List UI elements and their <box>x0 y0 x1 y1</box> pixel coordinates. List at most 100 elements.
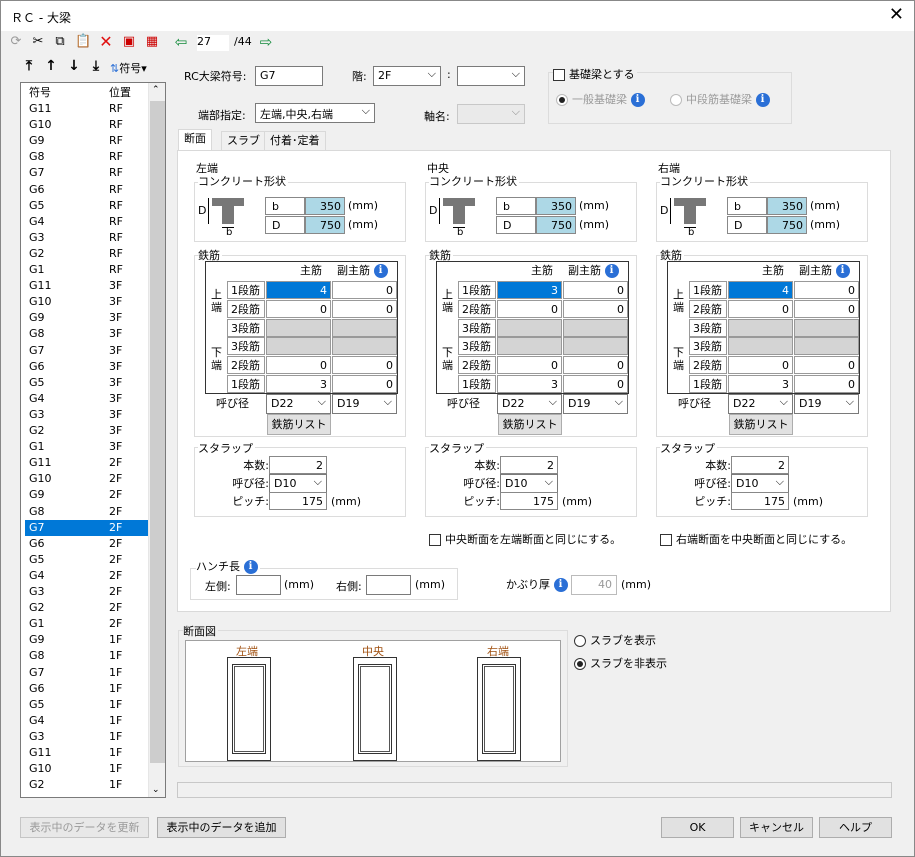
list-item[interactable]: G4 2F <box>25 568 149 584</box>
list-item[interactable]: G11 1F <box>25 745 149 761</box>
list-header-symbol[interactable]: 符号 <box>29 85 51 101</box>
submain-rebar-cell[interactable]: 0 <box>563 356 628 375</box>
dim-d-input[interactable]: 750 <box>536 216 576 234</box>
move-down-icon[interactable]: ↓ <box>66 58 82 74</box>
delete-icon[interactable]: ✕ <box>98 34 114 50</box>
foundation-checkbox[interactable]: 基礎梁とする <box>553 66 637 82</box>
grid-icon[interactable]: ▦ <box>144 34 160 50</box>
list-item[interactable]: G2 1F <box>25 777 149 793</box>
haunch-left-input[interactable] <box>236 575 281 595</box>
list-item[interactable]: G11 2F <box>25 455 149 471</box>
list-item[interactable]: G7 RF <box>25 165 149 181</box>
add-data-button[interactable]: 表示中のデータを追加 <box>157 817 286 838</box>
list-item[interactable]: G4 3F <box>25 391 149 407</box>
list-item[interactable]: G5 2F <box>25 552 149 568</box>
submain-rebar-cell[interactable]: 0 <box>563 299 628 318</box>
list-item[interactable]: G2 3F <box>25 423 149 439</box>
list-item[interactable]: G3 RF <box>25 230 149 246</box>
main-rebar-cell[interactable]: 0 <box>497 299 562 318</box>
same-as-mid-checkbox[interactable]: 右端断面を中央断面と同じにする。 <box>660 531 852 547</box>
list-item[interactable]: G8 1F <box>25 648 149 664</box>
haunch-right-input[interactable] <box>366 575 411 595</box>
main-rebar-cell[interactable]: 0 <box>497 356 562 375</box>
list-item[interactable]: G5 1F <box>25 697 149 713</box>
list-item[interactable]: G3 2F <box>25 584 149 600</box>
refresh-icon[interactable]: ⟳ <box>8 34 24 50</box>
scroll-up-icon[interactable]: ⌃ <box>152 85 160 95</box>
move-up-icon[interactable]: ↑ <box>43 58 59 74</box>
list-item[interactable]: G1 2F <box>25 616 149 632</box>
paste-icon[interactable]: 📋 <box>75 34 91 50</box>
list-item[interactable]: G8 2F <box>25 504 149 520</box>
list-item[interactable]: G6 RF <box>25 182 149 198</box>
scroll-down-icon[interactable]: ⌄ <box>152 785 160 795</box>
stirrup-dia-select[interactable]: D10 <box>500 474 558 494</box>
list-item[interactable]: G5 RF <box>25 198 149 214</box>
list-item[interactable]: G7 2F <box>25 519 149 536</box>
main-rebar-cell[interactable] <box>728 318 793 337</box>
page-current[interactable]: 27 <box>197 35 229 51</box>
rebar-list-button[interactable]: 鉄筋リスト <box>498 414 562 435</box>
sub-dia-select[interactable]: D19 <box>794 394 859 414</box>
list-item[interactable]: G10 3F <box>25 294 149 310</box>
close-button[interactable]: ✕ <box>889 4 904 25</box>
cancel-button[interactable]: キャンセル <box>740 817 813 838</box>
list-item[interactable]: G2 RF <box>25 246 149 262</box>
same-as-left-checkbox[interactable]: 中央断面を左端断面と同じにする。 <box>429 531 621 547</box>
stirrup-pitch-input[interactable]: 175 <box>269 492 327 510</box>
list-item[interactable]: G9 1F <box>25 632 149 648</box>
main-rebar-cell[interactable] <box>497 318 562 337</box>
list-scrollbar[interactable]: ⌃ ⌄ <box>148 83 165 797</box>
list-item[interactable]: G7 3F <box>25 343 149 359</box>
list-item[interactable]: G5 3F <box>25 375 149 391</box>
help-button[interactable]: ヘルプ <box>819 817 892 838</box>
dim-d-input[interactable]: 750 <box>767 216 807 234</box>
main-rebar-cell[interactable]: 4 <box>728 281 793 299</box>
list-item[interactable]: G8 3F <box>25 326 149 342</box>
submain-rebar-cell[interactable]: 0 <box>794 299 859 318</box>
insert-icon[interactable]: ▣ <box>121 34 137 50</box>
list-item[interactable]: G3 3F <box>25 407 149 423</box>
floor2-select[interactable] <box>457 66 525 86</box>
list-item[interactable]: G4 RF <box>25 214 149 230</box>
stirrup-pitch-input[interactable]: 175 <box>731 492 789 510</box>
main-rebar-cell[interactable]: 3 <box>728 375 793 393</box>
submain-rebar-cell[interactable] <box>563 318 628 337</box>
list-item[interactable]: G6 1F <box>25 681 149 697</box>
symbol-input[interactable]: G7 <box>255 66 323 86</box>
list-item[interactable]: G2 2F <box>25 600 149 616</box>
stirrup-dia-select[interactable]: D10 <box>269 474 327 494</box>
submain-rebar-cell[interactable]: 0 <box>563 281 628 299</box>
submain-rebar-cell[interactable]: 0 <box>794 356 859 375</box>
rebar-list-button[interactable]: 鉄筋リスト <box>729 414 793 435</box>
submain-rebar-cell[interactable]: 0 <box>794 281 859 299</box>
radio-mid[interactable]: 中段筋基礎梁 i <box>670 91 770 107</box>
submain-rebar-cell[interactable]: 0 <box>563 375 628 393</box>
dim-b-input[interactable]: 350 <box>536 197 576 215</box>
main-rebar-cell[interactable]: 0 <box>728 299 793 318</box>
list-item[interactable]: G6 3F <box>25 359 149 375</box>
prev-arrow-icon[interactable]: ⇦ <box>173 34 189 50</box>
list-item[interactable]: G3 1F <box>25 729 149 745</box>
main-rebar-cell[interactable] <box>728 337 793 356</box>
list-item[interactable]: G10 1F <box>25 761 149 777</box>
radio-show-slab[interactable]: スラブを表示 <box>574 632 656 648</box>
scrollbar-thumb[interactable] <box>150 101 165 763</box>
list-item[interactable]: G10 2F <box>25 471 149 487</box>
list-item[interactable]: G9 2F <box>25 487 149 503</box>
tab-section[interactable]: 断面 <box>178 129 212 151</box>
sub-dia-select[interactable]: D19 <box>563 394 628 414</box>
list-item[interactable]: G11 3F <box>25 278 149 294</box>
list-item[interactable]: G1 3F <box>25 439 149 455</box>
dim-b-input[interactable]: 350 <box>767 197 807 215</box>
list-item[interactable]: G11 RF <box>25 101 149 117</box>
floor-select[interactable]: 2F <box>373 66 441 86</box>
main-dia-select[interactable]: D22 <box>497 394 562 414</box>
tab-slab[interactable]: スラブ <box>221 131 266 151</box>
stirrup-count-input[interactable]: 2 <box>269 456 327 474</box>
stirrup-pitch-input[interactable]: 175 <box>500 492 558 510</box>
main-rebar-cell[interactable]: 3 <box>497 281 562 299</box>
next-arrow-icon[interactable]: ⇨ <box>258 34 274 50</box>
list-item[interactable]: G9 RF <box>25 133 149 149</box>
submain-rebar-cell[interactable] <box>563 337 628 356</box>
